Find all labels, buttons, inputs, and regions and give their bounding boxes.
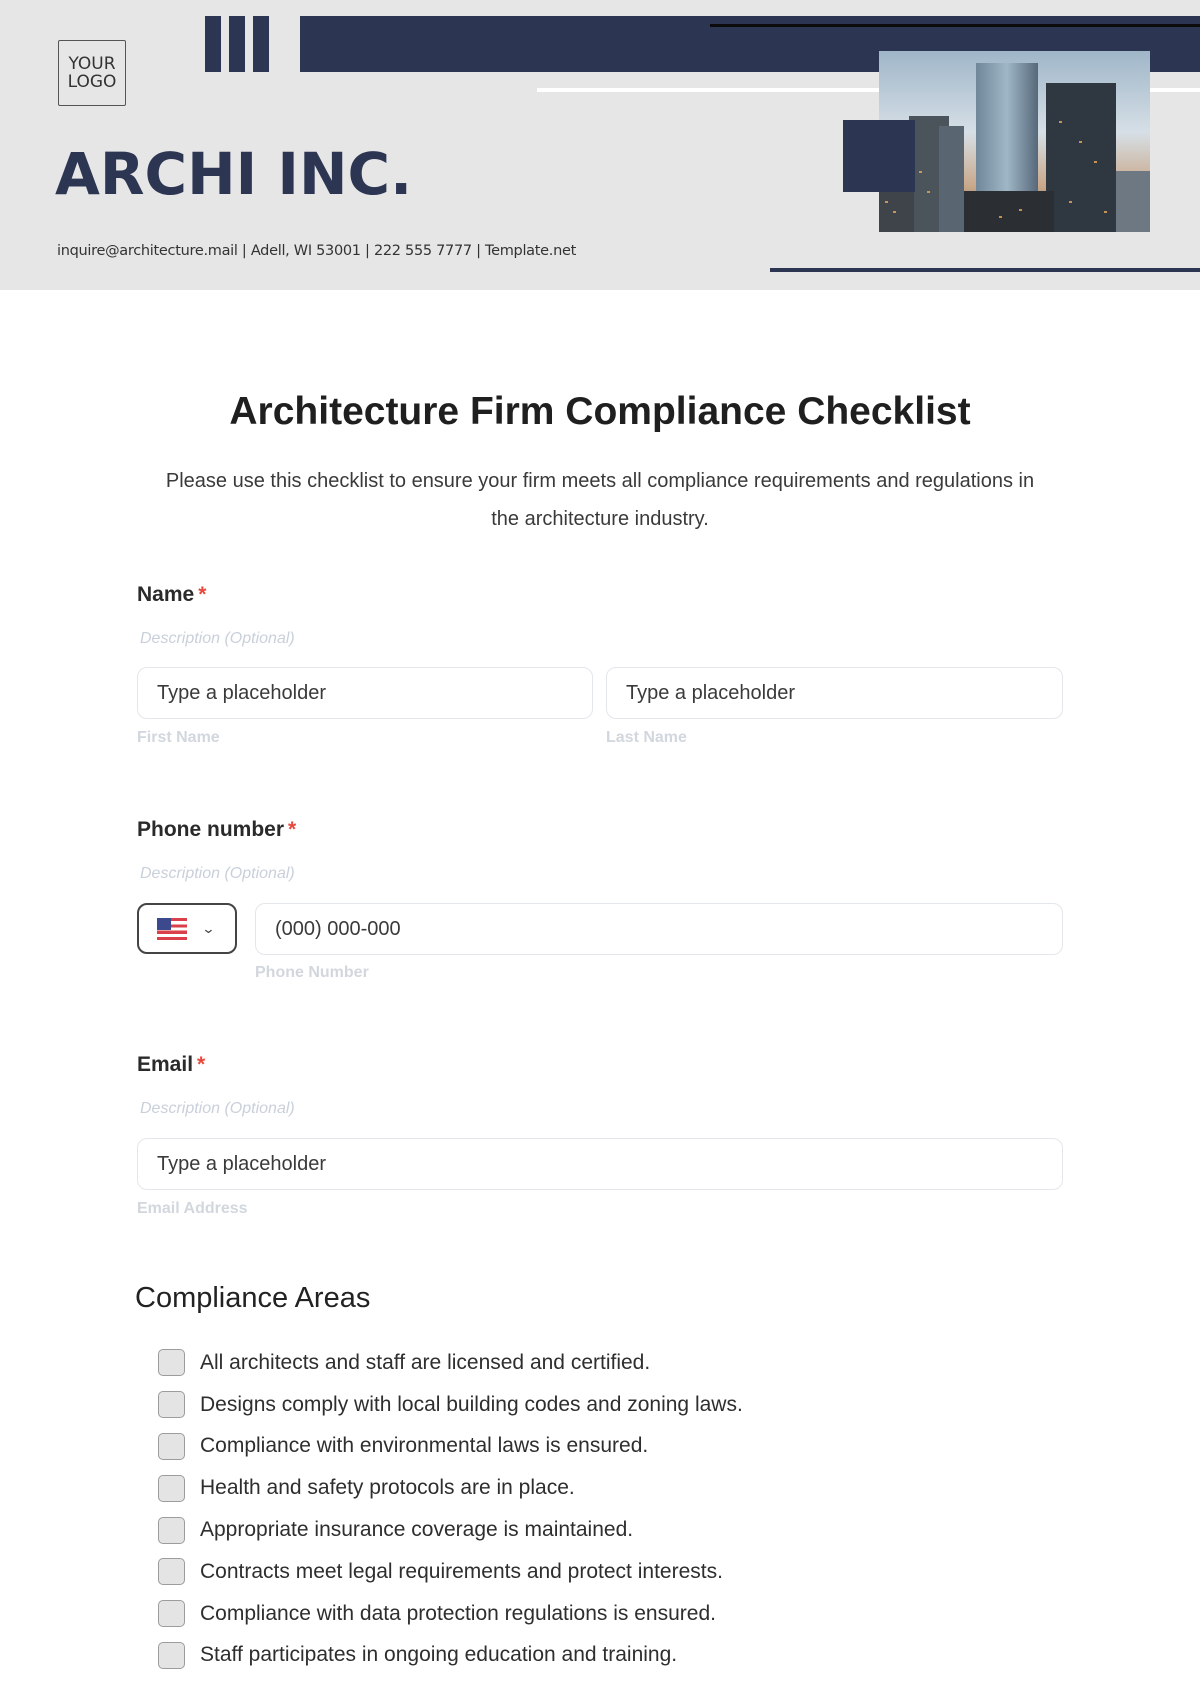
phone-field-label: Phone number * (137, 818, 296, 842)
name-field-label: Name * (137, 583, 206, 607)
checklist-item-label: Contracts meet legal requirements and pr… (200, 1559, 723, 1583)
form-intro: Please use this checklist to ensure your… (165, 470, 1035, 530)
checklist-item[interactable]: Compliance with environmental laws is en… (158, 1426, 743, 1468)
email-label-text: Email (137, 1053, 194, 1076)
checkbox[interactable] (158, 1432, 185, 1460)
email-input[interactable]: Type a placeholder (137, 1138, 1063, 1190)
country-code-select[interactable]: ⌄ (137, 903, 237, 954)
checkbox[interactable] (158, 1391, 185, 1419)
checklist-item[interactable]: All architects and staff are licensed an… (158, 1342, 743, 1384)
first-name-sublabel: First Name (137, 729, 220, 746)
checklist-item-label: Compliance with environmental laws is en… (200, 1434, 649, 1458)
compliance-checklist: All architects and staff are licensed an… (158, 1342, 743, 1676)
checkbox[interactable] (158, 1474, 185, 1502)
email-description: Description (Optional) (140, 1100, 295, 1117)
company-contact-info: inquire@architecture.mail | Adell, WI 53… (57, 243, 576, 259)
phone-label-text: Phone number (137, 818, 285, 841)
required-marker: * (198, 583, 207, 606)
checkbox[interactable] (158, 1558, 185, 1586)
us-flag-icon (157, 917, 187, 940)
skyline-photo (879, 51, 1150, 232)
checklist-item[interactable]: Health and safety protocols are in place… (158, 1467, 743, 1509)
required-marker: * (197, 1053, 206, 1076)
compliance-section-title: Compliance Areas (135, 1282, 371, 1314)
checkbox[interactable] (158, 1600, 185, 1628)
email-sublabel: Email Address (137, 1200, 248, 1217)
form-title: Architecture Firm Compliance Checklist (229, 390, 971, 433)
decorative-square (843, 120, 915, 192)
decorative-bar (253, 16, 269, 72)
last-name-sublabel: Last Name (606, 729, 687, 746)
checklist-item-label: Staff participates in ongoing education … (200, 1643, 678, 1667)
skyline-illustration (879, 51, 1150, 232)
last-name-input[interactable]: Type a placeholder (606, 667, 1063, 719)
company-name: ARCHI INC. (55, 140, 413, 208)
decorative-bar (205, 16, 221, 72)
required-marker: * (288, 818, 297, 841)
checklist-item-label: Designs comply with local building codes… (200, 1392, 743, 1416)
checklist-item-label: Health and safety protocols are in place… (200, 1476, 575, 1500)
phone-description: Description (Optional) (140, 865, 295, 882)
chevron-down-icon: ⌄ (201, 920, 216, 936)
phone-number-input[interactable]: (000) 000-000 (255, 903, 1063, 955)
checklist-item-label: All architects and staff are licensed an… (200, 1350, 651, 1374)
name-description: Description (Optional) (140, 630, 295, 647)
checkbox[interactable] (158, 1641, 185, 1669)
checkbox[interactable] (158, 1349, 185, 1377)
checklist-item-label: Compliance with data protection regulati… (200, 1601, 716, 1625)
checklist-item[interactable]: Staff participates in ongoing education … (158, 1635, 743, 1677)
decorative-line (770, 268, 1200, 272)
name-label-text: Name (137, 583, 195, 606)
decorative-bar (229, 16, 245, 72)
checklist-item[interactable]: Appropriate insurance coverage is mainta… (158, 1509, 743, 1551)
phone-number-sublabel: Phone Number (255, 964, 369, 981)
first-name-input[interactable]: Type a placeholder (137, 667, 593, 719)
checklist-item[interactable]: Designs comply with local building codes… (158, 1384, 743, 1426)
checklist-item[interactable]: Compliance with data protection regulati… (158, 1593, 743, 1635)
email-field-label: Email * (137, 1053, 205, 1077)
company-logo-placeholder: YOUR LOGO (58, 40, 126, 106)
checklist-item-label: Appropriate insurance coverage is mainta… (200, 1518, 634, 1542)
checkbox[interactable] (158, 1516, 185, 1544)
checklist-item[interactable]: Contracts meet legal requirements and pr… (158, 1551, 743, 1593)
decorative-line (710, 24, 1200, 27)
letterhead-header: YOUR LOGO ARCHI INC. inquire@architectur… (0, 0, 1200, 290)
